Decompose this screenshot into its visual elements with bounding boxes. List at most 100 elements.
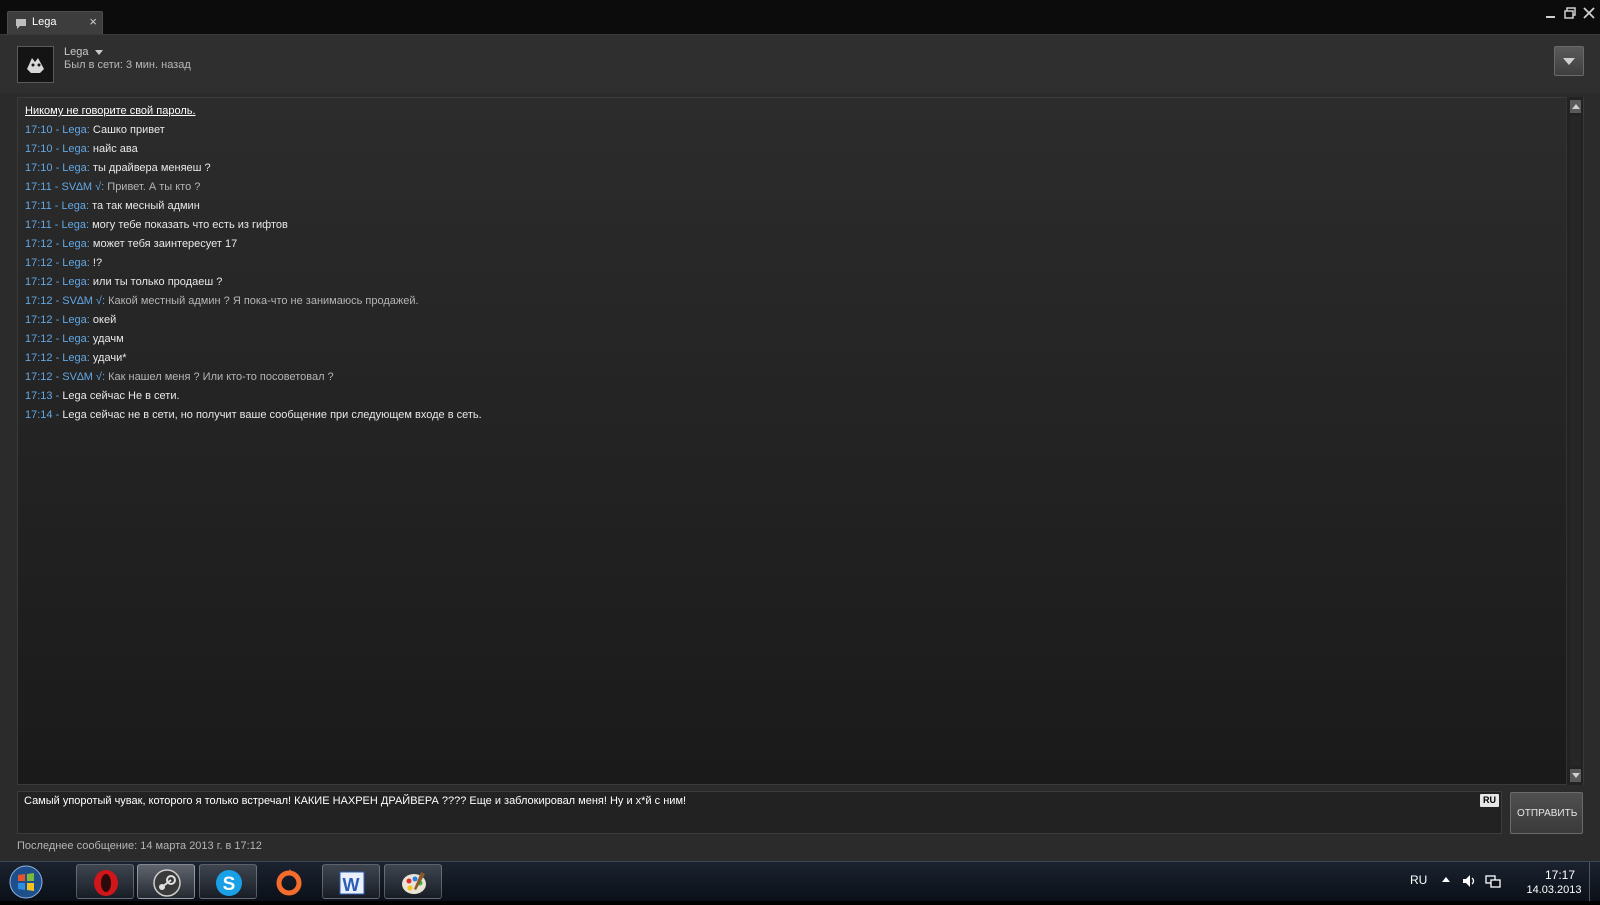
show-desktop-button[interactable] — [1589, 862, 1600, 901]
message-meta: 17:11 - Lega — [25, 200, 86, 212]
message-meta: 17:10 - Lega — [25, 124, 87, 136]
chat-message: 17:12 - Lega: может тебя заинтересует 17 — [25, 235, 1565, 254]
skype-icon: S — [216, 870, 242, 896]
message-text: могу тебе показать что есть из гифтов — [92, 219, 288, 231]
message-text: окей — [92, 314, 117, 326]
taskbar-word[interactable]: W — [322, 864, 380, 899]
message-meta: 17:12 - SV∆M √ — [25, 371, 102, 383]
chat-message: 17:12 - SV∆M √: Какой местный админ ? Я … — [25, 292, 1565, 311]
taskbar-opera[interactable] — [76, 864, 134, 899]
message-text: Сашко привет — [92, 124, 165, 136]
avatar[interactable] — [17, 46, 54, 83]
taskbar-paint[interactable] — [384, 864, 442, 899]
chevron-down-icon — [1563, 58, 1575, 65]
svg-text:S: S — [223, 874, 236, 895]
chat-log: Никому не говорите свой пароль. 17:10 - … — [17, 97, 1584, 785]
origin-icon — [276, 869, 302, 896]
friend-name[interactable]: Lega — [64, 46, 88, 58]
volume-icon[interactable] — [1462, 874, 1478, 888]
message-meta: 17:12 - Lega — [25, 314, 87, 326]
close-window-icon[interactable] — [1582, 6, 1596, 20]
message-meta: 17:10 - Lega — [25, 162, 87, 174]
message-text: Lega сейчас Не в сети. — [62, 390, 180, 402]
maximize-icon[interactable] — [1563, 6, 1577, 20]
chat-message: 17:11 - SV∆M √: Привет. А ты кто ? — [25, 178, 1565, 197]
scroll-up-icon[interactable] — [1570, 100, 1581, 113]
message-meta: 17:12 - Lega — [25, 257, 87, 269]
minimize-icon[interactable] — [1544, 6, 1558, 20]
message-meta: 17:10 - Lega — [25, 143, 87, 155]
svg-text:W: W — [343, 875, 360, 895]
message-text: или ты только продаеш ? — [92, 276, 223, 288]
chat-message: 17:12 - Lega: или ты только продаеш ? — [25, 273, 1565, 292]
message-text: удачи* — [92, 352, 127, 364]
chat-message: 17:14 - Lega сейчас не в сети, но получи… — [25, 406, 1565, 425]
chat-header: Lega Был в сети: 3 мин. назад — [0, 35, 1600, 93]
message-text: та так месный админ — [92, 200, 200, 212]
message-text: !? — [92, 257, 103, 269]
chat-message: 17:12 - SV∆M √: Как нашел меня ? Или кто… — [25, 368, 1565, 387]
message-meta: 17:13 - — [25, 390, 63, 402]
windows-orb-icon — [9, 865, 43, 899]
message-text: найс ава — [92, 143, 138, 155]
word-icon: W — [339, 871, 365, 895]
chat-message: 17:13 - Lega сейчас Не в сети. — [25, 387, 1565, 406]
tab-close-icon[interactable]: × — [89, 15, 97, 29]
message-meta: 17:11 - SV∆M √ — [25, 181, 102, 193]
opera-icon — [94, 870, 118, 896]
message-input-text[interactable]: Самый упоротый чувак, которого я только … — [24, 795, 686, 807]
chat-message: 17:11 - Lega: та так месный админ — [25, 197, 1565, 216]
send-button[interactable]: ОТПРАВИТЬ — [1510, 792, 1583, 834]
chat-message: 17:12 - Lega: удачи* — [25, 349, 1565, 368]
message-meta: 17:11 - Lega — [25, 219, 86, 231]
password-warning: Никому не говорите свой пароль. — [25, 105, 196, 117]
chat-options-button[interactable] — [1554, 46, 1584, 76]
chat-scrollbar[interactable] — [1566, 97, 1583, 785]
chat-message: 17:12 - Lega: удачм — [25, 330, 1565, 349]
steam-icon — [153, 869, 181, 897]
chat-message: 17:10 - Lega: Сашко привет — [25, 121, 1565, 140]
scroll-thumb[interactable] — [1570, 116, 1581, 766]
message-text: Как нашел меня ? Или кто-то посоветовал … — [108, 371, 334, 383]
taskbar-origin[interactable] — [260, 864, 318, 899]
message-meta: 17:12 - Lega — [25, 333, 87, 345]
input-language-badge: RU — [1480, 794, 1499, 807]
taskbar-steam[interactable] — [137, 864, 195, 899]
chat-message: 17:12 - Lega: !? — [25, 254, 1565, 273]
message-meta: 17:12 - SV∆M √ — [25, 295, 102, 307]
message-list: Никому не говорите свой пароль. 17:10 - … — [25, 102, 1565, 425]
chat-message: 17:12 - Lega: окей — [25, 311, 1565, 330]
friend-status: Был в сети: 3 мин. назад — [64, 59, 191, 71]
friend-menu-caret-icon[interactable] — [95, 50, 103, 55]
message-text: Привет. А ты кто ? — [107, 181, 201, 193]
taskbar: S W RU 17:17 14.03.2013 — [0, 861, 1600, 901]
network-icon[interactable] — [1485, 874, 1501, 888]
clock-date[interactable]: 14.03.2013 — [1516, 884, 1592, 896]
paint-icon — [402, 872, 426, 894]
tab-chat-lega[interactable]: Lega × — [7, 11, 103, 34]
tray-expand-icon[interactable] — [1442, 877, 1450, 882]
taskbar-skype[interactable]: S — [199, 864, 257, 899]
message-text: Lega сейчас не в сети, но получит ваше с… — [62, 409, 482, 421]
message-text: Какой местный админ ? Я пока-что не зани… — [108, 295, 419, 307]
start-button[interactable] — [6, 864, 46, 900]
message-meta: 17:12 - Lega — [25, 352, 87, 364]
tab-label: Lega — [32, 16, 57, 28]
message-text: ты драйвера меняеш ? — [92, 162, 211, 174]
message-text: может тебя заинтересует 17 — [92, 238, 238, 250]
chat-message: 17:11 - Lega: могу тебе показать что ест… — [25, 216, 1565, 235]
avatar-image-icon — [18, 47, 53, 82]
last-message-info: Последнее сообщение: 14 марта 2013 г. в … — [17, 840, 262, 852]
chat-window: Lega × Lega Был в сети: 3 мин. назад Ник… — [0, 0, 1600, 861]
message-text: удачм — [92, 333, 124, 345]
clock-time[interactable]: 17:17 — [1530, 868, 1590, 882]
chat-bubble-icon — [15, 17, 27, 29]
scroll-down-icon[interactable] — [1570, 769, 1581, 782]
message-meta: 17:12 - Lega — [25, 238, 87, 250]
message-input[interactable]: Самый упоротый чувак, которого я только … — [17, 791, 1502, 834]
message-meta: 17:14 - — [25, 409, 63, 421]
chat-message: 17:10 - Lega: найс ава — [25, 140, 1565, 159]
title-bar: Lega × — [0, 0, 1600, 35]
message-meta: 17:12 - Lega — [25, 276, 87, 288]
tray-language[interactable]: RU — [1410, 873, 1427, 887]
